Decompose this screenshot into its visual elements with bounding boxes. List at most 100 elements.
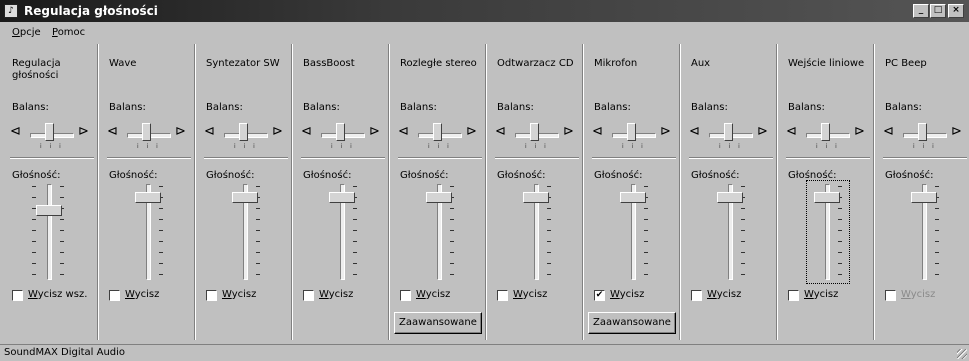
checkbox-box xyxy=(12,290,23,301)
left-speaker-icon: ⊲ xyxy=(592,124,603,139)
volume-track xyxy=(47,184,52,280)
mute-label: Wycisz xyxy=(319,289,353,300)
menu-pomoc[interactable]: Pomoc xyxy=(52,27,85,38)
mute-text: ycisz xyxy=(716,289,742,300)
mixer-panel: Regulacja głośności Balans: ⊲ i i i ⊳ Głośnoś… xyxy=(0,42,969,342)
balance-thumb[interactable] xyxy=(918,123,927,141)
balance-label: Balans: xyxy=(788,102,825,113)
right-speaker-icon: ⊳ xyxy=(175,124,186,139)
volume-thumb[interactable] xyxy=(523,192,549,203)
checkbox-box xyxy=(691,290,702,301)
mute-accel: W xyxy=(319,289,329,300)
mute-accel: W xyxy=(125,289,135,300)
mute-label: Wycisz xyxy=(610,289,644,300)
volume-ticks-left xyxy=(32,186,36,276)
close-button[interactable]: × xyxy=(948,4,964,18)
volume-label: Głośność: xyxy=(303,170,352,181)
divider xyxy=(689,157,773,159)
volume-slider[interactable] xyxy=(806,180,850,284)
balance-thumb[interactable] xyxy=(239,123,248,141)
right-speaker-icon: ⊳ xyxy=(466,124,477,139)
mute-accel: W xyxy=(707,289,717,300)
balance-thumb[interactable] xyxy=(336,123,345,141)
volume-slider[interactable] xyxy=(905,182,945,282)
volume-slider[interactable] xyxy=(420,182,460,282)
balance-slider[interactable]: ⊲ i i i ⊳ xyxy=(107,122,191,150)
balance-thumb[interactable] xyxy=(45,123,54,141)
mute-accel: W xyxy=(804,289,814,300)
right-speaker-icon: ⊳ xyxy=(660,124,671,139)
volume-slider[interactable] xyxy=(226,182,266,282)
balance-label: Balans: xyxy=(497,102,534,113)
left-speaker-icon: ⊲ xyxy=(398,124,409,139)
balance-thumb[interactable] xyxy=(142,123,151,141)
balance-thumb[interactable] xyxy=(433,123,442,141)
mute-label: Wycisz xyxy=(125,289,159,300)
channel-3: BassBoost Balans: ⊲ i i i ⊳ Głośność: Wycisz xyxy=(293,42,389,342)
balance-slider[interactable]: ⊲ i i i ⊳ xyxy=(883,122,967,150)
volume-thumb[interactable] xyxy=(232,192,258,203)
volume-label: Głośność: xyxy=(12,170,61,181)
right-speaker-icon: ⊳ xyxy=(78,124,89,139)
channel-name: Aux xyxy=(691,58,711,69)
balance-slider[interactable]: ⊲ i i i ⊳ xyxy=(204,122,288,150)
channel-name: Rozległe stereo xyxy=(400,58,477,69)
volume-ticks xyxy=(60,186,64,276)
volume-thumb[interactable] xyxy=(329,192,355,203)
volume-label: Głośność: xyxy=(400,170,449,181)
balance-thumb[interactable] xyxy=(627,123,636,141)
balance-slider[interactable]: ⊲ i i i ⊳ xyxy=(592,122,676,150)
mute-label: Wycisz wsz. xyxy=(28,289,87,300)
channel-5: Odtwarzacz CD Balans: ⊲ i i i ⊳ Głośność: Wyci… xyxy=(487,42,583,342)
resize-grip[interactable] xyxy=(957,349,967,359)
volume-thumb[interactable] xyxy=(717,192,743,203)
volume-slider[interactable] xyxy=(129,182,169,282)
balance-slider[interactable]: ⊲ i i i ⊳ xyxy=(398,122,482,150)
balance-thumb[interactable] xyxy=(821,123,830,141)
balance-slider[interactable]: ⊲ i i i ⊳ xyxy=(495,122,579,150)
status-bar: SoundMAX Digital Audio xyxy=(0,344,969,361)
balance-label: Balans: xyxy=(885,102,922,113)
advanced-button[interactable]: Zaawansowane xyxy=(394,312,482,334)
mute-text: ycisz xyxy=(328,289,354,300)
volume-slider[interactable] xyxy=(323,182,363,282)
balance-slider[interactable]: ⊲ i i i ⊳ xyxy=(301,122,385,150)
channel-7: Aux Balans: ⊲ i i i ⊳ Głośność: Wycisz xyxy=(681,42,777,342)
mute-text: ycisz xyxy=(134,289,160,300)
channel-4: Rozległe stereo Balans: ⊲ i i i ⊳ Głośność: Wy… xyxy=(390,42,486,342)
menu-opcje[interactable]: Opcje xyxy=(12,27,41,38)
balance-thumb[interactable] xyxy=(530,123,539,141)
volume-thumb[interactable] xyxy=(814,192,840,203)
volume-thumb[interactable] xyxy=(135,192,161,203)
maximize-button[interactable]: □ xyxy=(930,4,946,18)
channel-name: PC Beep xyxy=(885,58,927,69)
volume-slider[interactable] xyxy=(517,182,557,282)
mute-label: Wycisz xyxy=(222,289,256,300)
mute-accel: W xyxy=(901,289,911,300)
volume-thumb[interactable] xyxy=(36,205,62,216)
right-speaker-icon: ⊳ xyxy=(369,124,380,139)
minimize-button[interactable]: _ xyxy=(913,4,929,18)
volume-thumb[interactable] xyxy=(911,192,937,203)
volume-slider[interactable] xyxy=(614,182,654,282)
mute-text: ycisz xyxy=(425,289,451,300)
advanced-button[interactable]: Zaawansowane xyxy=(588,312,676,334)
volume-slider[interactable] xyxy=(711,182,751,282)
volume-slider[interactable] xyxy=(30,182,70,282)
menu-opcje-accel: O xyxy=(12,27,20,38)
channel-8: Wejście liniowe Balans: ⊲ i i i ⊳ Głośność: Wy… xyxy=(778,42,874,342)
mute-label: Wycisz xyxy=(804,289,838,300)
speaker-icon[interactable]: ♪ xyxy=(4,4,18,18)
mute-label: Wycisz xyxy=(707,289,741,300)
volume-thumb[interactable] xyxy=(426,192,452,203)
balance-slider[interactable]: ⊲ i i i ⊳ xyxy=(786,122,870,150)
window-title: Regulacja głośności xyxy=(24,4,158,18)
divider xyxy=(107,157,191,159)
balance-thumb[interactable] xyxy=(724,123,733,141)
volume-thumb[interactable] xyxy=(620,192,646,203)
title-bar: ♪ Regulacja głośności _ □ × xyxy=(0,0,969,22)
balance-slider[interactable]: ⊲ i i i ⊳ xyxy=(689,122,773,150)
volume-label: Głośność: xyxy=(594,170,643,181)
mute-accel: W xyxy=(416,289,426,300)
balance-slider[interactable]: ⊲ i i i ⊳ xyxy=(10,122,94,150)
